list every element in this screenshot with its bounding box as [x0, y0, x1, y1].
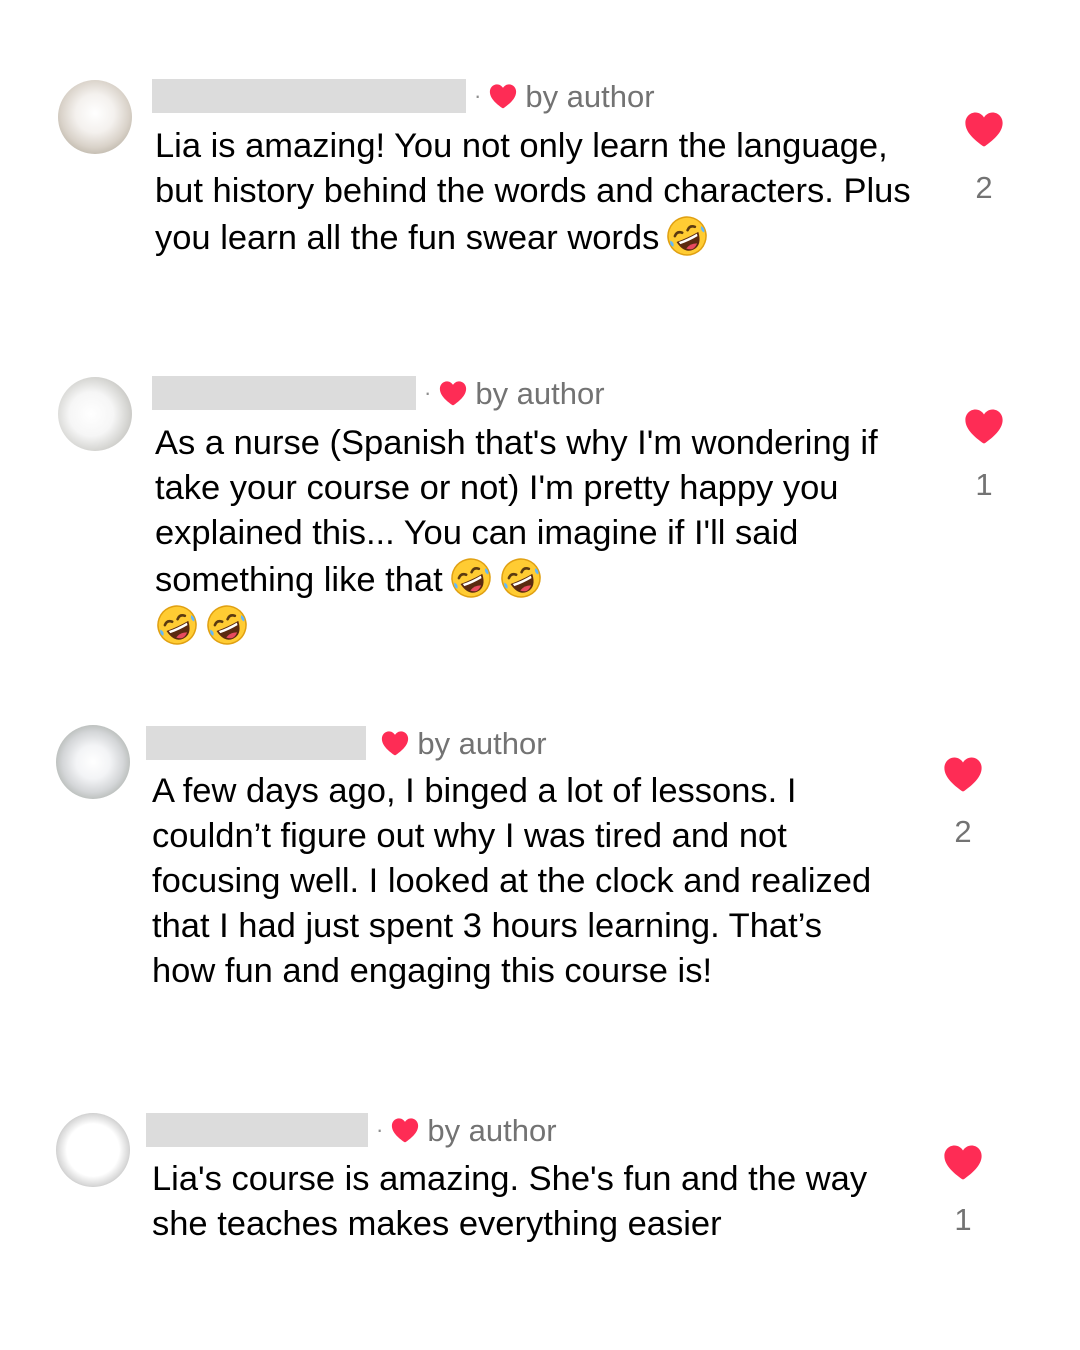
by-author-badge: by author [475, 375, 605, 411]
like-heart-icon[interactable] [964, 408, 1004, 444]
like-count: 2 [954, 814, 972, 849]
redacted-username[interactable] [146, 1113, 368, 1147]
heart-icon [391, 1117, 419, 1143]
comment-text: As a nurse (Spanish that's why I'm wonde… [155, 421, 935, 650]
redacted-username[interactable] [152, 79, 466, 113]
avatar[interactable] [58, 377, 132, 451]
avatar[interactable] [56, 1113, 130, 1187]
by-author-badge: by author [427, 1112, 557, 1148]
like-count: 2 [975, 170, 993, 205]
heart-icon [381, 730, 409, 756]
heart-icon [439, 380, 467, 406]
comment-meta: · by author [146, 1112, 557, 1148]
by-author-badge: by author [417, 725, 547, 761]
rofl-emoji-icon [449, 556, 493, 600]
rofl-emoji-icon [665, 214, 709, 258]
redacted-username[interactable] [146, 726, 366, 760]
redacted-username[interactable] [152, 376, 416, 410]
by-author-badge: by author [525, 78, 655, 114]
avatar[interactable] [58, 80, 132, 154]
heart-icon [489, 83, 517, 109]
comment-text: Lia's course is amazing. She's fun and t… [152, 1160, 877, 1243]
like-heart-icon[interactable] [943, 1144, 983, 1180]
comment-meta: · by author [146, 725, 547, 761]
like-count: 1 [954, 1202, 972, 1237]
comment-meta: · by author [152, 78, 655, 114]
separator-dot: · [376, 1117, 384, 1142]
separator-dot: · [424, 380, 432, 405]
rofl-emoji-icon [499, 556, 543, 600]
like-heart-icon[interactable] [943, 756, 983, 792]
rofl-emoji-icon [205, 603, 249, 647]
comment-text: A few days ago, I binged a lot of lesson… [152, 772, 881, 990]
avatar[interactable] [56, 725, 130, 799]
separator-dot: · [474, 83, 482, 108]
like-count: 1 [975, 467, 993, 502]
comment-text: Lia is amazing! You not only learn the l… [155, 124, 935, 261]
comment-meta: · by author [152, 375, 605, 411]
like-heart-icon[interactable] [964, 111, 1004, 147]
rofl-emoji-icon [155, 603, 199, 647]
